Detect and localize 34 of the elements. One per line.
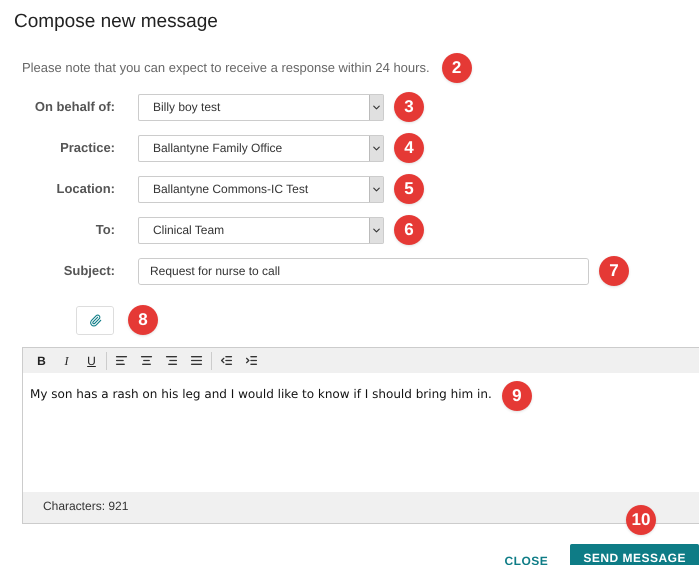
underline-button[interactable]: U <box>79 350 104 370</box>
chevron-down-icon <box>369 136 383 160</box>
field-label: Subject: <box>62 262 115 280</box>
callout-badge: 8 <box>128 305 158 335</box>
field-label: Practice: <box>59 139 115 158</box>
callout-badge: 4 <box>394 133 424 163</box>
callout-badge: 6 <box>394 215 424 245</box>
callout-badge: 7 <box>599 256 629 286</box>
select-field[interactable]: Ballantyne Commons-IC Test <box>138 176 384 202</box>
note-text: Please note that you can expect to receive a response within 24 hours. <box>22 59 430 78</box>
field-label: Location: <box>56 180 115 198</box>
attach-button[interactable] <box>76 306 114 334</box>
italic-button[interactable]: I <box>54 350 79 370</box>
callout-badge: 5 <box>394 174 424 204</box>
select-field[interactable]: Ballantyne Family Office <box>138 134 384 162</box>
callout-badge: 2 <box>442 53 472 83</box>
character-count: Characters: 921 <box>43 499 128 513</box>
callout-badge: 10 <box>626 505 656 535</box>
field-label: On behalf of: <box>34 98 115 116</box>
close-button[interactable]: CLOSE <box>504 552 548 565</box>
message-body[interactable]: My son has a rash on his leg and I would like to know if I should bring him in. <box>30 385 492 403</box>
callout-badge: 9 <box>502 381 532 411</box>
bold-button[interactable]: B <box>29 350 54 370</box>
field-label: To: <box>94 221 115 240</box>
paperclip-icon <box>88 314 102 326</box>
chevron-down-icon <box>369 94 383 120</box>
subject-field[interactable]: Request for nurse to call <box>138 258 589 284</box>
chevron-down-icon <box>369 218 383 242</box>
select-field[interactable]: Clinical Team <box>138 216 384 244</box>
select-field[interactable]: Billy boy test <box>138 94 384 120</box>
send-message-button[interactable]: SEND MESSAGE <box>570 544 699 565</box>
chevron-down-icon <box>369 176 383 202</box>
callout-badge: 3 <box>394 92 424 122</box>
dialog-title: Compose new message <box>14 10 218 34</box>
